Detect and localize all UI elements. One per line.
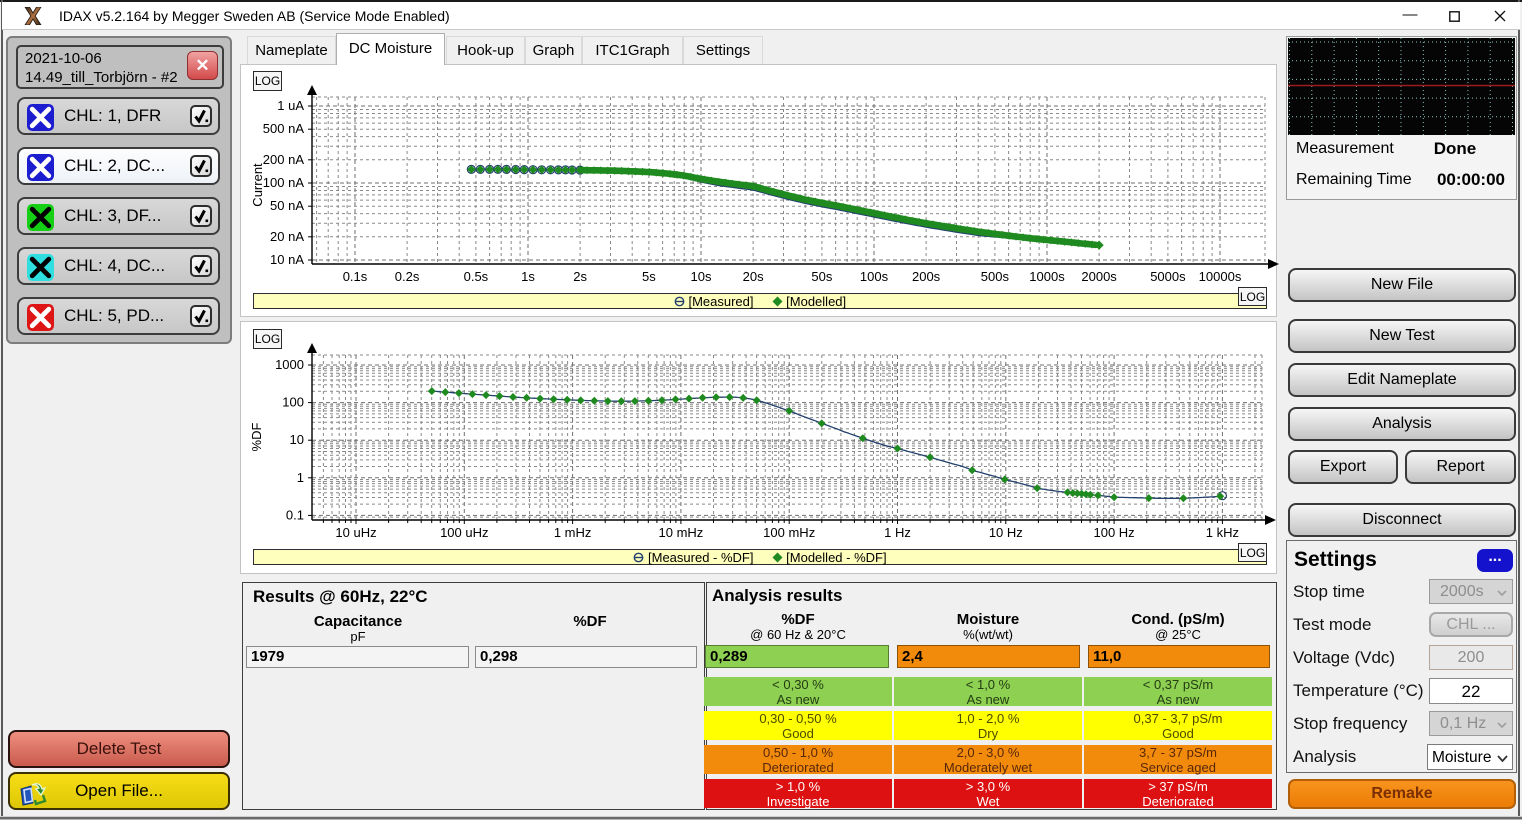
svg-text:1000: 1000 [275,357,304,372]
svg-text:200s: 200s [912,269,941,284]
svg-text:1 uA: 1 uA [277,98,304,113]
svg-text:500 nA: 500 nA [263,121,305,136]
svg-text:0.1: 0.1 [286,507,304,522]
svg-text:Current: Current [250,163,265,207]
svg-text:1 Hz: 1 Hz [884,525,911,540]
svg-text:0.1s: 0.1s [343,269,368,284]
svg-text:1: 1 [297,470,304,485]
svg-text:2s: 2s [573,269,587,284]
svg-text:1 kHz: 1 kHz [1206,525,1239,540]
svg-text:1 mHz: 1 mHz [554,525,592,540]
svg-text:10s: 10s [691,269,712,284]
svg-text:10 nA: 10 nA [270,252,304,267]
svg-text:100: 100 [282,395,304,410]
svg-text:5000s: 5000s [1150,269,1186,284]
svg-text:0.5s: 0.5s [464,269,489,284]
svg-text:500s: 500s [981,269,1010,284]
svg-text:50 nA: 50 nA [270,198,304,213]
svg-text:5s: 5s [642,269,656,284]
svg-text:10 mHz: 10 mHz [659,525,704,540]
svg-text:10 uHz: 10 uHz [335,525,376,540]
svg-text:10: 10 [290,432,304,447]
svg-text:100 uHz: 100 uHz [440,525,488,540]
svg-text:10 Hz: 10 Hz [989,525,1023,540]
svg-text:2000s: 2000s [1081,269,1117,284]
svg-text:100 nA: 100 nA [263,175,305,190]
svg-text:50s: 50s [811,269,832,284]
svg-text:20 nA: 20 nA [270,229,304,244]
svg-text:%DF: %DF [249,422,264,451]
svg-text:1s: 1s [521,269,535,284]
svg-text:100s: 100s [860,269,889,284]
svg-text:100 mHz: 100 mHz [763,525,815,540]
svg-text:200 nA: 200 nA [263,152,305,167]
svg-text:10000s: 10000s [1199,269,1242,284]
svg-text:20s: 20s [743,269,764,284]
svg-text:0.2s: 0.2s [395,269,420,284]
svg-text:1000s: 1000s [1029,269,1065,284]
svg-text:100 Hz: 100 Hz [1093,525,1134,540]
